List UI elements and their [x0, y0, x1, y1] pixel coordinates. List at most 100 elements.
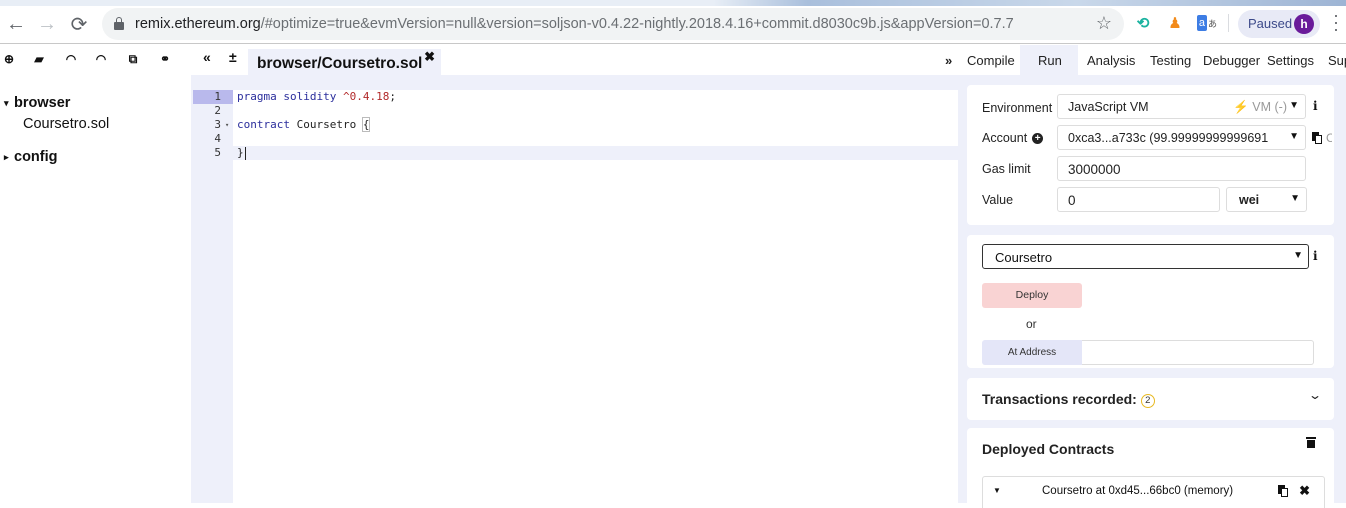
dropdown-arrow-icon: ▼	[1289, 100, 1299, 111]
tab-analysis[interactable]: Analysis	[1087, 45, 1135, 75]
trash-icon[interactable]	[1306, 437, 1316, 448]
environment-label: Environment	[982, 101, 1053, 115]
line-number: 5	[214, 146, 221, 159]
github-publish-icon[interactable]: ◠	[63, 52, 79, 66]
back-button[interactable]: ←	[4, 12, 28, 36]
tab-coursetro-sol[interactable]: browser/Coursetro.sol ✖	[248, 49, 441, 75]
tab-debugger[interactable]: Debugger	[1203, 45, 1260, 75]
environment-select[interactable]: JavaScript VM ⚡ VM (-) ▼	[1057, 94, 1306, 119]
dropdown-arrow-icon: ▼	[1290, 193, 1300, 204]
file-tree: ▾ browser Coursetro.sol ▸ config	[4, 93, 109, 167]
code-line: 5 }	[191, 146, 958, 160]
code-line: 2	[191, 104, 958, 118]
right-tabs: » Compile Run Analysis Testing Debugger …	[945, 45, 1346, 75]
reload-button[interactable]: ⟳	[67, 12, 91, 36]
dropdown-arrow-icon: ▼	[1293, 250, 1303, 261]
value-input[interactable]: 0	[1057, 187, 1220, 212]
tab-label: browser/Coursetro.sol	[257, 55, 423, 72]
paused-label: Paused	[1248, 16, 1293, 31]
folder-config[interactable]: ▸ config	[4, 147, 109, 167]
run-panel: » Compile Run Analysis Testing Debugger …	[945, 45, 1346, 508]
environment-settings-card: Environment JavaScript VM ⚡ VM (-) ▼ i A…	[967, 85, 1334, 225]
dropdown-arrow-icon: ▼	[1289, 131, 1299, 142]
chevron-down-icon[interactable]: ⌄	[1308, 388, 1322, 402]
fold-icon[interactable]: ▾	[225, 118, 229, 132]
forward-arrow-icon: →	[37, 12, 57, 35]
folder-label: browser	[14, 95, 71, 111]
info-icon[interactable]: i	[1313, 99, 1318, 113]
add-account-icon[interactable]: +	[1032, 133, 1044, 145]
line-number: 4	[214, 132, 221, 145]
address-bar[interactable]: remix.ethereum.org/#optimize=true&evmVer…	[102, 8, 1124, 40]
tab-support[interactable]: Sup	[1328, 45, 1346, 75]
code-line: 1 pragma solidity ^0.4.18;	[191, 90, 958, 104]
folder-browser[interactable]: ▾ browser	[4, 93, 109, 113]
connect-localhost-icon[interactable]: ⚭	[157, 52, 173, 66]
deploy-button[interactable]: Deploy	[982, 283, 1082, 308]
editor-panel: « ± browser/Coursetro.sol ✖ 1 pragma sol…	[191, 45, 958, 503]
file-coursetro-sol[interactable]: Coursetro.sol	[23, 113, 109, 135]
tab-settings[interactable]: Settings	[1267, 45, 1314, 75]
code-text[interactable]: }	[237, 146, 246, 160]
file-toolbar: ⊕ ▰ ◠ ◠ ⧉ ⚭	[0, 52, 191, 72]
toolbar-separator	[1228, 14, 1229, 32]
copy-address-icon[interactable]	[1312, 132, 1322, 144]
deployed-contracts-title: Deployed Contracts	[982, 441, 1115, 457]
url-text[interactable]: remix.ethereum.org/#optimize=true&evmVer…	[135, 16, 1014, 32]
github-gist-icon[interactable]: ◠	[93, 52, 109, 66]
browser-menu-icon[interactable]: · · ·	[1332, 6, 1340, 38]
gas-limit-input[interactable]: 3000000	[1057, 156, 1306, 181]
forward-button[interactable]: →	[35, 12, 59, 36]
caret-down-icon: ▾	[4, 97, 9, 108]
bookmark-star-icon[interactable]: ☆	[1096, 13, 1112, 34]
deploy-card: Coursetro ▼ i Deploy or At Address	[967, 235, 1334, 368]
contract-select[interactable]: Coursetro ▼	[982, 244, 1309, 269]
create-file-icon[interactable]: ⊕	[1, 52, 17, 66]
value-unit-select[interactable]: wei ▼	[1226, 187, 1307, 212]
sync-extension-icon[interactable]: ⟲	[1133, 13, 1153, 33]
copy-address-icon[interactable]	[1278, 485, 1288, 497]
code-line: 4	[191, 132, 958, 146]
or-label: or	[1026, 317, 1037, 331]
deployed-contracts-card: Deployed Contracts ▼ Coursetro at 0xd45.…	[967, 428, 1334, 508]
caret-right-icon: ▸	[4, 151, 9, 162]
transactions-recorded-label: Transactions recorded: 2	[982, 391, 1155, 408]
user-check-extension-icon[interactable]: ♟	[1165, 13, 1185, 33]
folder-label: config	[14, 149, 58, 165]
url-host: remix.ethereum.org	[135, 16, 261, 32]
at-address-button[interactable]: At Address	[982, 340, 1082, 365]
profile-paused-button[interactable]: Paused h	[1238, 10, 1320, 38]
close-instance-icon[interactable]: ✖	[1299, 483, 1310, 499]
copy-files-icon[interactable]: ⧉	[125, 52, 141, 67]
open-folder-icon[interactable]: ▰	[31, 52, 47, 66]
account-label: Account +	[982, 131, 1044, 145]
code-text[interactable]: pragma solidity ^0.4.18;	[237, 90, 396, 104]
profile-avatar: h	[1294, 14, 1314, 34]
text-cursor	[244, 146, 246, 160]
line-number: 1	[193, 90, 233, 104]
instance-title[interactable]: Coursetro at 0xd45...66bc0 (memory)	[1042, 485, 1233, 497]
expand-right-icon[interactable]: »	[945, 45, 959, 75]
tab-run[interactable]: Run	[1020, 45, 1078, 75]
tab-testing[interactable]: Testing	[1150, 45, 1191, 75]
collapse-left-icon[interactable]: «	[203, 49, 211, 65]
code-text[interactable]: contract Coursetro {	[237, 117, 371, 132]
deployed-instance: ▼ Coursetro at 0xd45...66bc0 (memory) ✖	[982, 476, 1325, 508]
code-line: 3 ▾ contract Coursetro {	[191, 117, 958, 132]
plug-icon: ⚡	[1233, 100, 1249, 114]
font-size-icon[interactable]: ±	[229, 49, 237, 65]
account-select[interactable]: 0xca3...a733c (99.9999999999969161( ▼	[1057, 125, 1306, 150]
translate-extension-icon[interactable]: aあ	[1197, 13, 1217, 33]
at-address-input[interactable]	[1082, 340, 1314, 365]
transactions-count-badge: 2	[1140, 394, 1155, 408]
reload-icon: ⟳	[70, 13, 88, 36]
lock-icon	[114, 17, 124, 30]
url-path: /#optimize=true&evmVersion=null&version=…	[260, 16, 1014, 32]
transactions-recorded-card[interactable]: Transactions recorded: 2 ⌄	[967, 378, 1334, 420]
close-tab-icon[interactable]: ✖	[424, 49, 435, 65]
tab-compile[interactable]: Compile	[967, 45, 1015, 75]
info-icon[interactable]: i	[1313, 249, 1318, 263]
caret-down-icon[interactable]: ▼	[993, 486, 1001, 495]
gas-limit-label: Gas limit	[982, 162, 1031, 176]
back-arrow-icon: ←	[6, 12, 26, 35]
